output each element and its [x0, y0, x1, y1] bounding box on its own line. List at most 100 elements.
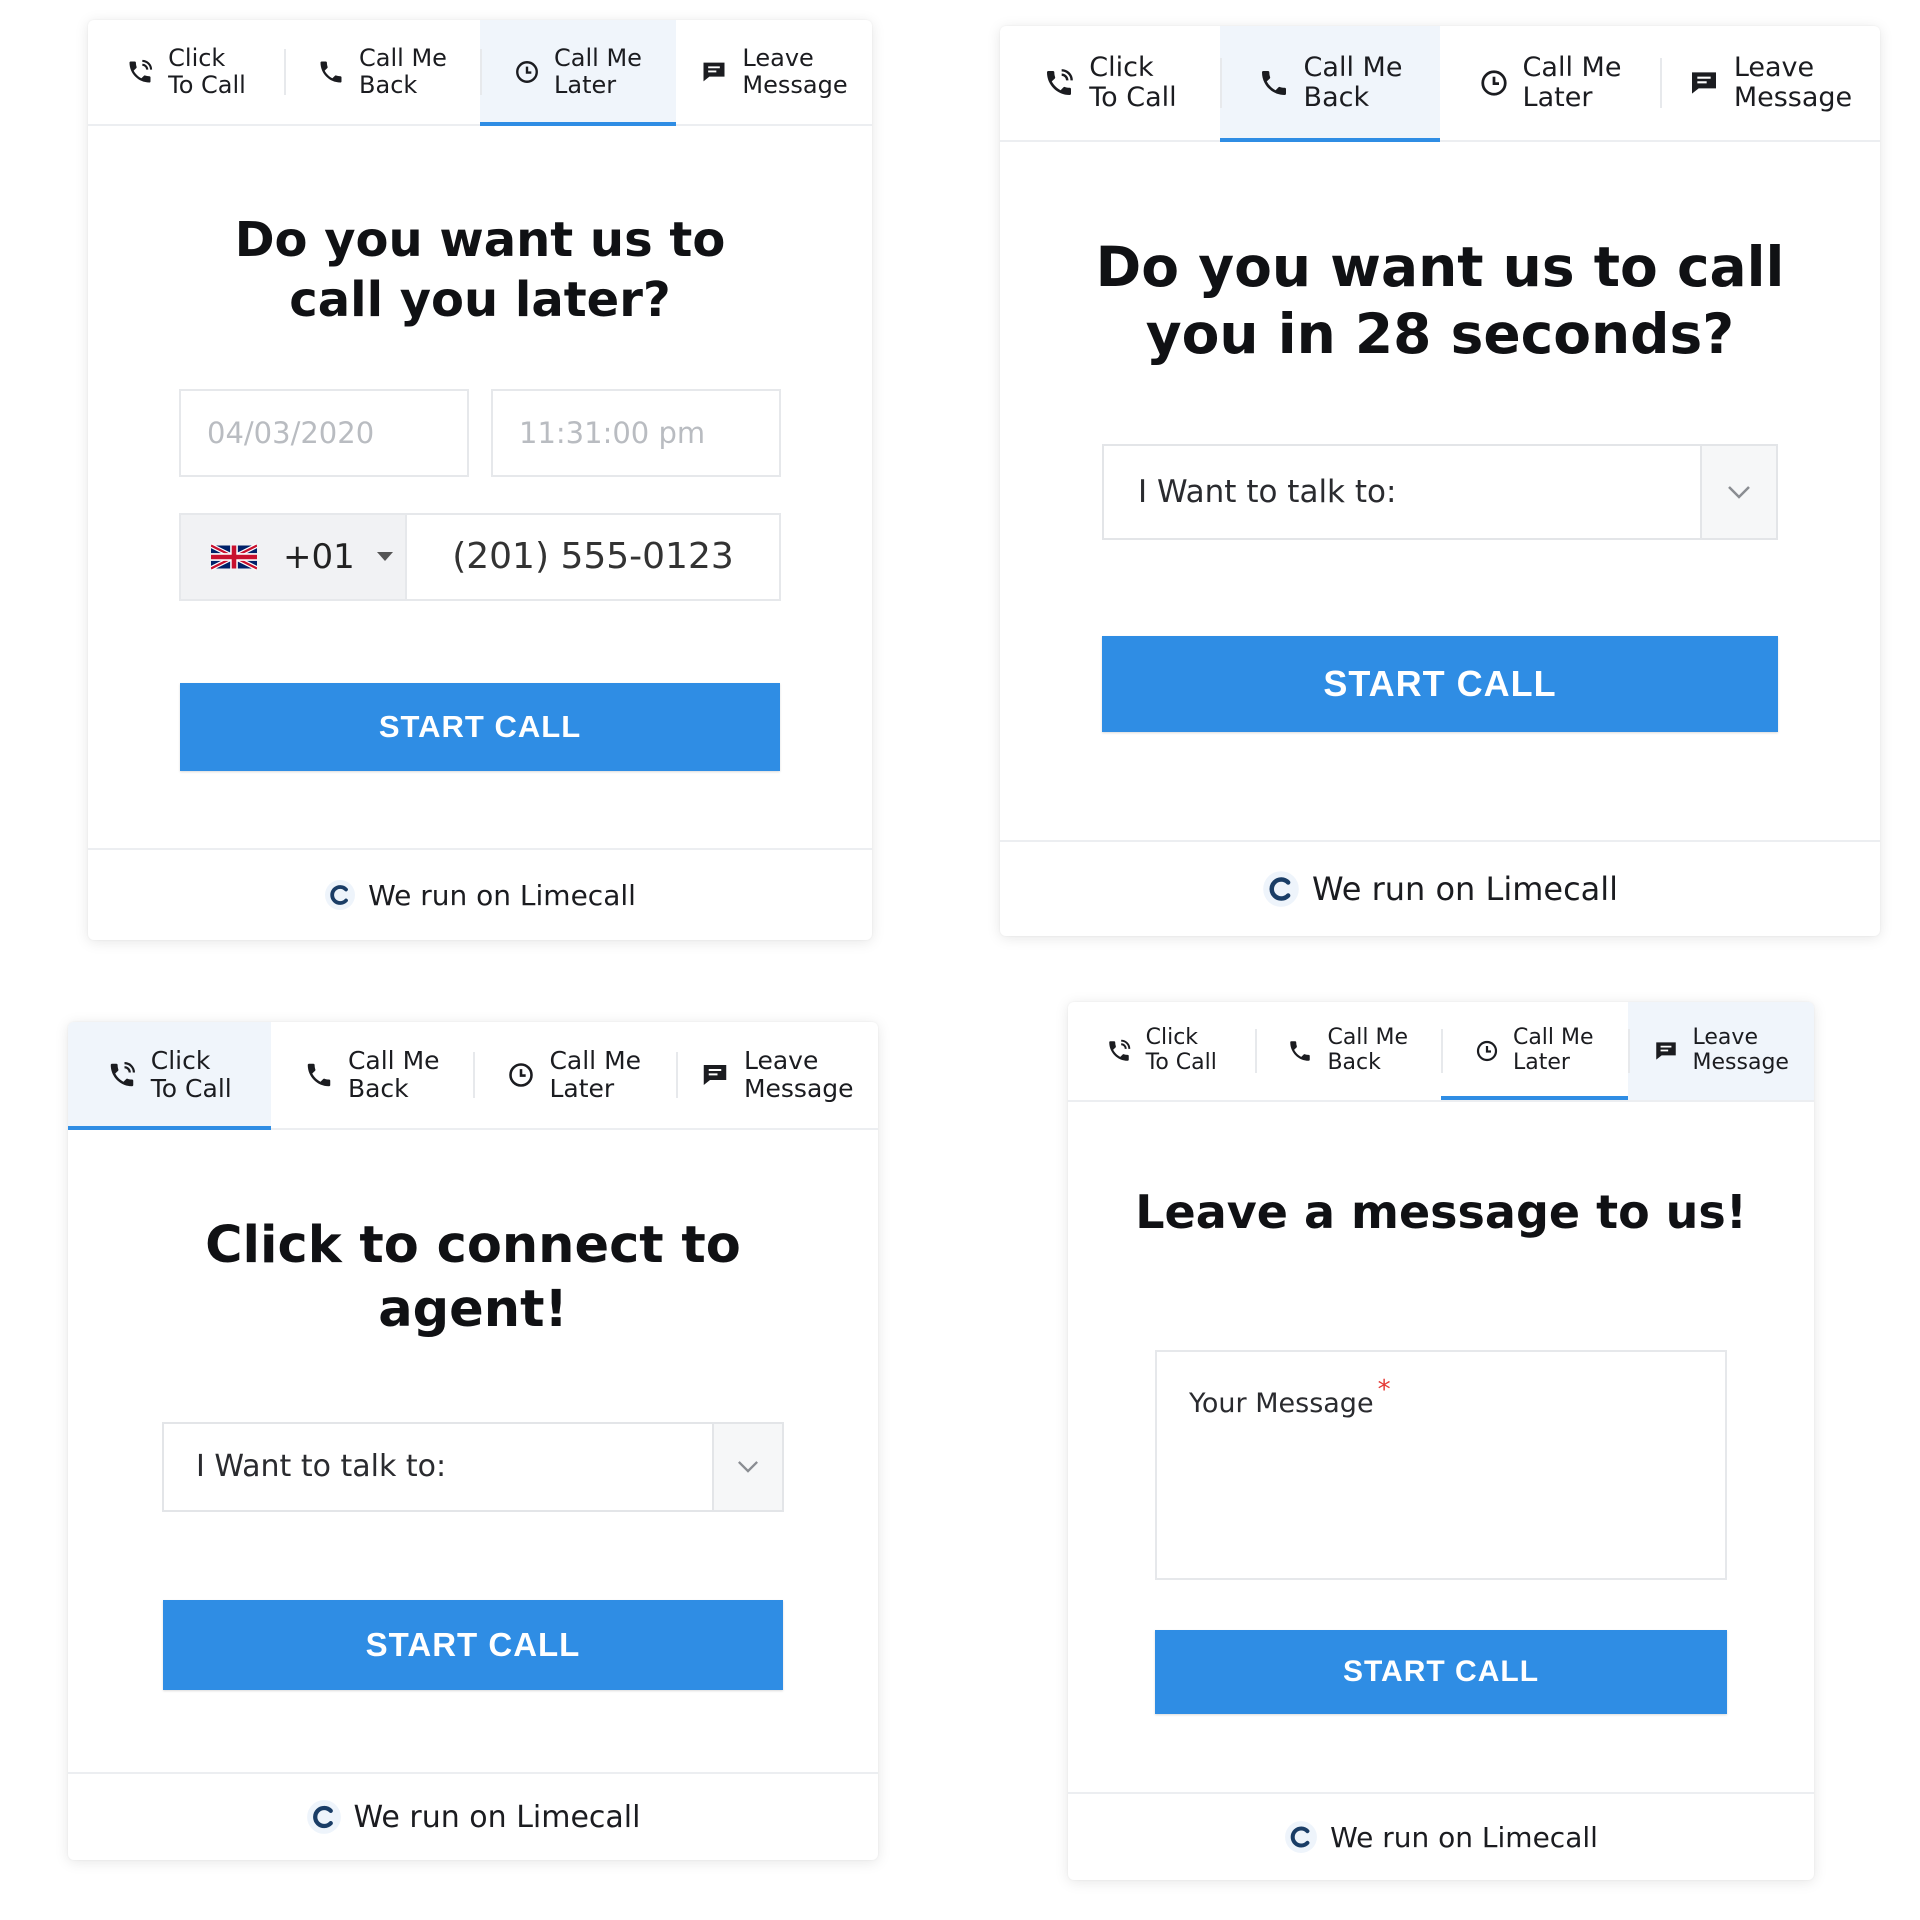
footer-text: We run on Limecall [1330, 1820, 1598, 1854]
widget-footer: We run on Limecall [68, 1772, 878, 1860]
tab-leave-message[interactable]: Leave Message [675, 1022, 879, 1128]
footer-text: We run on Limecall [353, 1799, 641, 1835]
required-marker: * [1377, 1374, 1391, 1405]
tab-label: Click To Call [168, 44, 246, 99]
message-icon [1653, 1038, 1679, 1064]
department-select[interactable]: I Want to talk to: [162, 1421, 784, 1512]
phone-input-row: +01 (201) 555-0123 [179, 512, 781, 601]
widget-body: Leave a message to us! Your Message * STA… [1068, 1102, 1814, 1714]
clock-icon [514, 59, 540, 85]
click-to-call-widget: Click To Call Call Me Back Call Me Later… [68, 1022, 878, 1860]
tab-label: Call Me Back [1327, 1025, 1409, 1075]
start-call-button[interactable]: START CALL [1102, 636, 1778, 733]
widget-body: Click to connect to agent! I Want to tal… [68, 1130, 878, 1690]
caret-down-icon [376, 551, 393, 562]
tab-leave-message[interactable]: Leave Message [1627, 1002, 1814, 1100]
tab-label: Call Me Later [1522, 51, 1622, 113]
widget-heading: Click to connect to agent! [205, 1216, 741, 1339]
limecall-logo-icon [306, 1799, 342, 1835]
tab-click-to-call[interactable]: Click To Call [88, 20, 284, 124]
phone-icon [317, 58, 345, 86]
tab-label: Call Me Back [359, 44, 447, 99]
chevron-down-icon [712, 1423, 782, 1510]
phone-icon [1258, 67, 1290, 99]
date-field[interactable]: 04/03/2020 [179, 388, 469, 477]
widget-tabs: Click To Call Call Me Back Call Me Later… [1000, 26, 1880, 142]
call-me-back-widget: Click To Call Call Me Back Call Me Later… [1000, 26, 1880, 936]
leave-message-widget: Click To Call Call Me Back Call Me Later… [1068, 1002, 1814, 1880]
widget-tabs: Click To Call Call Me Back Call Me Later… [88, 20, 872, 126]
widget-footer: We run on Limecall [1068, 1792, 1814, 1880]
select-label: I Want to talk to: [196, 1449, 447, 1484]
tab-click-to-call[interactable]: Click To Call [1000, 26, 1220, 140]
tab-label: Click To Call [150, 1046, 232, 1103]
time-field[interactable]: 11:31:00 pm [491, 388, 781, 477]
tab-call-me-later[interactable]: Call Me Later [1440, 26, 1660, 140]
department-select[interactable]: I Want to talk to: [1102, 444, 1778, 541]
tab-call-me-back[interactable]: Call Me Back [271, 1022, 474, 1128]
phone-ringing-icon [1043, 67, 1075, 99]
time-placeholder: 11:31:00 pm [519, 415, 706, 450]
phone-icon [304, 1060, 334, 1090]
tab-label: Call Me Back [1303, 51, 1403, 113]
tab-click-to-call[interactable]: Click To Call [68, 1022, 271, 1130]
tab-leave-message[interactable]: Leave Message [676, 20, 872, 124]
tab-label: Click To Call [1145, 1025, 1217, 1075]
tab-label: Leave Message [742, 44, 848, 99]
footer-text: We run on Limecall [368, 878, 636, 912]
phone-ringing-icon [1106, 1038, 1132, 1064]
phone-ringing-icon [126, 58, 154, 86]
clock-icon [1479, 68, 1509, 98]
widget-heading: Leave a message to us! [1135, 1185, 1747, 1239]
widget-footer: We run on Limecall [1000, 840, 1880, 936]
date-placeholder: 04/03/2020 [207, 415, 375, 450]
country-code: +01 [283, 536, 355, 577]
tab-call-me-later[interactable]: Call Me Later [1441, 1002, 1628, 1100]
limecall-logo-icon [1262, 870, 1300, 908]
limecall-logo-icon [324, 879, 356, 911]
chevron-down-icon [1700, 446, 1776, 539]
footer-text: We run on Limecall [1311, 870, 1619, 908]
tab-call-me-back[interactable]: Call Me Back [284, 20, 480, 124]
widget-body: Do you want us to call you later? 04/03/… [88, 126, 872, 771]
tab-call-me-back[interactable]: Call Me Back [1220, 26, 1440, 142]
phone-number-input[interactable]: (201) 555-0123 [407, 515, 779, 599]
widget-footer: We run on Limecall [88, 848, 872, 940]
tab-call-me-later[interactable]: Call Me Later [473, 1022, 676, 1128]
widget-tabs: Click To Call Call Me Back Call Me Later… [68, 1022, 878, 1130]
start-call-button[interactable]: START CALL [180, 682, 780, 771]
start-call-button[interactable]: START CALL [1155, 1629, 1727, 1714]
tab-label: Leave Message [1692, 1025, 1789, 1075]
clock-icon [1475, 1039, 1499, 1063]
select-label: I Want to talk to: [1138, 474, 1397, 511]
widget-heading: Do you want us to call you in 28 seconds… [1095, 235, 1785, 367]
phone-number-value: (201) 555-0123 [452, 536, 734, 578]
tab-label: Click To Call [1089, 51, 1177, 113]
message-icon [1688, 67, 1720, 99]
tab-label: Call Me Later [554, 44, 642, 99]
tab-leave-message[interactable]: Leave Message [1660, 26, 1880, 140]
tab-label: Leave Message [743, 1046, 854, 1103]
widget-tabs: Click To Call Call Me Back Call Me Later… [1068, 1002, 1814, 1102]
tab-click-to-call[interactable]: Click To Call [1068, 1002, 1255, 1100]
tab-label: Call Me Later [1512, 1025, 1594, 1075]
call-me-later-widget: Click To Call Call Me Back Call Me Later… [88, 20, 872, 940]
start-call-button[interactable]: START CALL [163, 1599, 783, 1690]
message-icon [700, 58, 728, 86]
country-code-select[interactable]: +01 [181, 514, 407, 599]
widget-heading: Do you want us to call you later? [234, 212, 726, 329]
widget-body: Do you want us to call you in 28 seconds… [1000, 142, 1880, 733]
message-textarea[interactable]: Your Message * [1155, 1349, 1727, 1580]
phone-ringing-icon [107, 1060, 137, 1090]
limecall-logo-icon [1284, 1820, 1318, 1854]
tab-label: Leave Message [1733, 51, 1853, 113]
message-icon [700, 1060, 730, 1090]
uk-flag-icon [211, 542, 257, 572]
tab-call-me-later[interactable]: Call Me Later [480, 20, 676, 126]
tab-call-me-back[interactable]: Call Me Back [1254, 1002, 1442, 1100]
message-label: Your Message [1189, 1387, 1374, 1419]
phone-icon [1287, 1038, 1313, 1064]
clock-icon [507, 1061, 535, 1089]
tab-label: Call Me Later [549, 1046, 642, 1103]
tab-label: Call Me Back [347, 1046, 440, 1103]
